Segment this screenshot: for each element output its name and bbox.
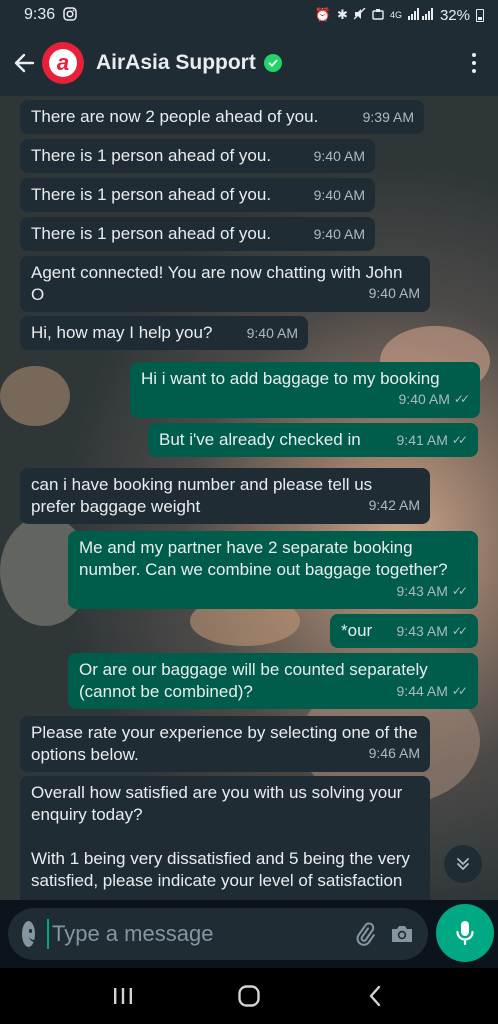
- message-time: 9:40 AM: [246, 325, 298, 341]
- chat-title: AirAsia Support: [96, 51, 256, 74]
- battery-percent: 32%: [439, 6, 470, 24]
- back-arrow-icon[interactable]: [12, 51, 36, 75]
- back-button[interactable]: [355, 976, 395, 1016]
- instagram-notification-icon: [63, 6, 77, 24]
- message-text: *our: [341, 621, 373, 640]
- message-outgoing[interactable]: Me and my partner have 2 separate bookin…: [68, 531, 478, 609]
- recent-apps-icon: [114, 988, 132, 1004]
- message-time: 9:40 AM: [368, 285, 420, 301]
- read-receipt-icon: ✓✓: [453, 392, 470, 406]
- message-incoming[interactable]: Agent connected! You are now chatting wi…: [20, 256, 430, 312]
- airasia-logo-icon: a: [49, 49, 77, 77]
- message-input-container: [8, 908, 428, 960]
- camera-icon[interactable]: [390, 920, 414, 948]
- message-input[interactable]: [47, 919, 340, 949]
- chat-area[interactable]: There are now 2 people ahead of you. 9:3…: [0, 96, 498, 900]
- recent-apps-button[interactable]: [103, 976, 143, 1016]
- read-receipt-icon: ✓✓: [451, 433, 468, 447]
- message-incoming[interactable]: There is 1 person ahead of you. 9:40 AM: [20, 139, 375, 173]
- message-text-continued: With 1 being very dissatisfied and 5 bei…: [31, 849, 410, 890]
- signal-icon: [407, 7, 434, 23]
- message-time: 9:43 AM: [396, 623, 448, 639]
- message-time: 9:40 AM: [313, 226, 365, 242]
- contact-info[interactable]: AirAsia Support: [96, 51, 462, 75]
- message-time: 9:39 AM: [362, 109, 414, 125]
- paperclip-icon[interactable]: [352, 920, 378, 948]
- scroll-to-bottom-button[interactable]: [444, 845, 482, 883]
- message-incoming[interactable]: There is 1 person ahead of you. 9:40 AM: [20, 217, 375, 251]
- message-incoming[interactable]: Overall how satisfied are you with us so…: [20, 776, 430, 900]
- message-time: 9:41 AM: [396, 432, 448, 448]
- message-time: 9:40 AM: [313, 187, 365, 203]
- read-receipt-icon: ✓✓: [451, 584, 468, 598]
- saver-icon: [372, 8, 384, 23]
- read-receipt-icon: ✓✓: [451, 624, 468, 638]
- alarm-icon: ⏰: [314, 7, 332, 22]
- chat-header: a AirAsia Support: [0, 30, 498, 96]
- message-text: There is 1 person ahead of you.: [31, 185, 272, 204]
- verified-badge-icon: [263, 54, 282, 72]
- status-bar: 9:36 ⏰ ✱ 4G 32%: [0, 0, 498, 30]
- voice-message-button[interactable]: [436, 904, 494, 962]
- message-composer: [0, 900, 498, 968]
- message-text: There are now 2 people ahead of you.: [31, 107, 319, 126]
- message-text: can i have booking number and please tel…: [31, 475, 373, 516]
- message-outgoing[interactable]: Hi i want to add baggage to my booking 9…: [130, 362, 480, 418]
- message-text: Agent connected! You are now chatting wi…: [31, 263, 403, 304]
- message-time: 9:42 AM: [368, 497, 420, 513]
- message-outgoing[interactable]: *our 9:43 AM ✓✓: [330, 614, 478, 648]
- message-incoming[interactable]: There are now 2 people ahead of you. 9:3…: [20, 100, 424, 134]
- message-text: Hi i want to add baggage to my booking: [141, 369, 440, 388]
- message-incoming[interactable]: There is 1 person ahead of you. 9:40 AM: [20, 178, 375, 212]
- double-chevron-down-icon: [457, 858, 469, 870]
- home-button[interactable]: [229, 976, 269, 1016]
- message-text: Please rate your experience by selecting…: [31, 723, 418, 764]
- message-time: 9:46 AM: [368, 745, 420, 761]
- message-text: There is 1 person ahead of you.: [31, 146, 272, 165]
- message-text: Me and my partner have 2 separate bookin…: [79, 538, 448, 579]
- contact-avatar[interactable]: a: [42, 42, 84, 84]
- message-outgoing[interactable]: But i've already checked in 9:41 AM ✓✓: [148, 423, 478, 457]
- bluetooth-icon: ✱: [337, 7, 348, 22]
- more-options-icon[interactable]: [462, 47, 486, 79]
- network-type-label: 4G: [389, 10, 402, 20]
- mute-icon: [353, 7, 366, 23]
- message-text: But i've already checked in: [159, 430, 361, 449]
- back-chevron-icon: [369, 985, 381, 1007]
- battery-icon: [476, 8, 484, 22]
- system-navigation-bar: [0, 968, 498, 1024]
- message-text: Overall how satisfied are you with us so…: [31, 783, 403, 824]
- status-time: 9:36: [24, 6, 56, 23]
- message-time: 9:40 AM: [398, 391, 450, 407]
- message-time: 9:40 AM: [313, 148, 365, 164]
- message-text: Hi, how may I help you?: [31, 323, 213, 342]
- read-receipt-icon: ✓✓: [451, 684, 468, 698]
- message-outgoing[interactable]: Or are our baggage will be counted separ…: [68, 653, 478, 709]
- message-incoming[interactable]: can i have booking number and please tel…: [20, 468, 430, 524]
- message-text: There is 1 person ahead of you.: [31, 224, 272, 243]
- message-incoming[interactable]: Please rate your experience by selecting…: [20, 716, 430, 772]
- message-time: 9:43 AM: [396, 583, 448, 599]
- emoji-icon[interactable]: [22, 921, 41, 947]
- microphone-icon: [456, 921, 474, 946]
- message-incoming[interactable]: Hi, how may I help you? 9:40 AM: [20, 316, 308, 350]
- wallpaper-flower: [0, 366, 70, 426]
- home-icon: [238, 985, 260, 1007]
- message-time: 9:44 AM: [396, 683, 448, 699]
